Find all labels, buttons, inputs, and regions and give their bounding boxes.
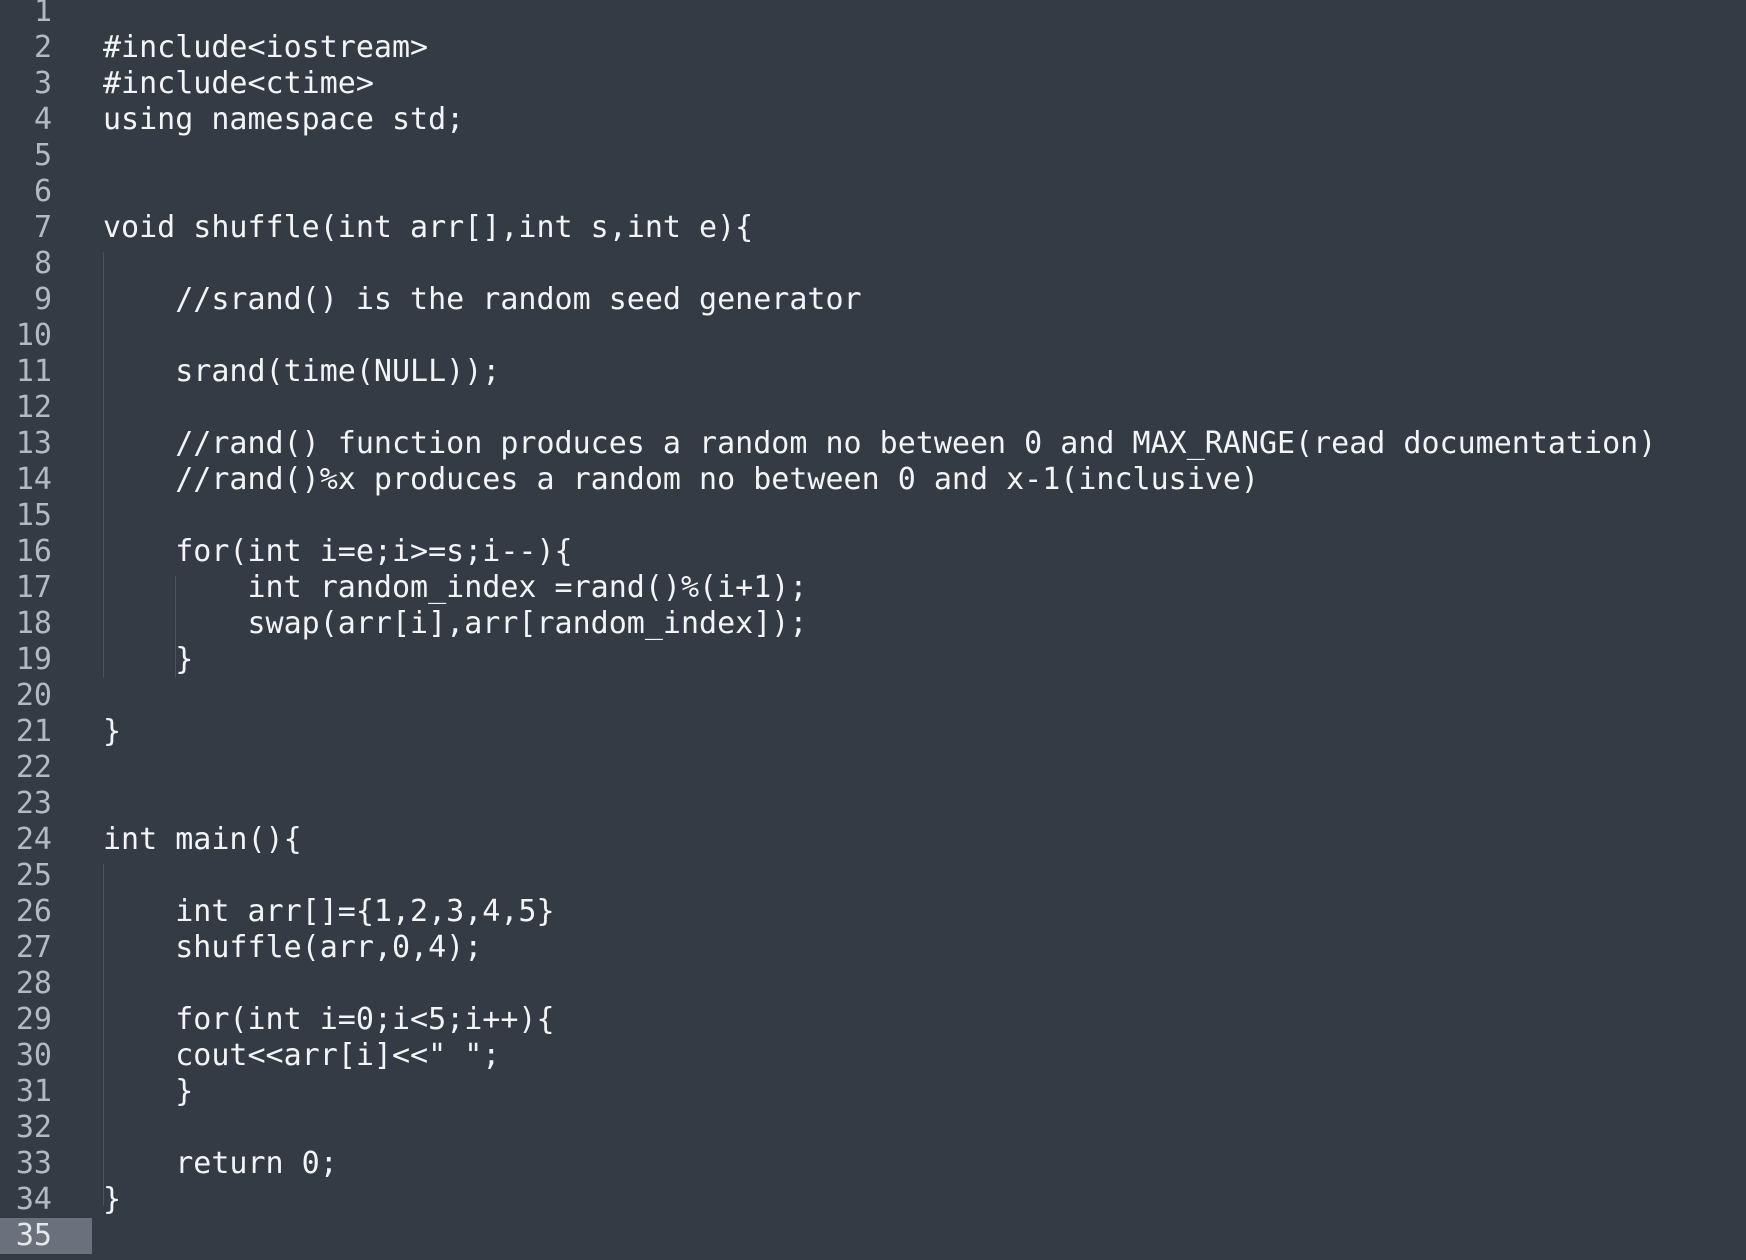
code-editor[interactable]: 1 2 #include<iostream> 3 #include<ctime> 4 usi…	[0, 0, 1746, 1260]
line-number: 2	[33, 30, 52, 65]
code-line[interactable]: 21}	[0, 714, 1746, 750]
code-text[interactable]: srand(time(NULL));	[103, 354, 500, 390]
line-number: 12	[15, 390, 52, 425]
code-line[interactable]: 1	[0, 0, 1746, 30]
code-text[interactable]: shuffle(arr,0,4);	[103, 930, 482, 966]
code-line[interactable]: 22	[0, 750, 1746, 786]
line-number: 7	[33, 210, 52, 245]
code-line[interactable]: 32	[0, 1110, 1746, 1146]
line-number: 5	[33, 138, 52, 173]
code-text[interactable]: cout<<arr[i]<<" ";	[103, 1038, 500, 1074]
code-text[interactable]: for(int i=e;i>=s;i--){	[103, 534, 572, 570]
line-number: 19	[15, 642, 52, 677]
line-number: 1	[33, 0, 52, 29]
line-number: 27	[15, 930, 52, 965]
line-number: 17	[15, 570, 52, 605]
code-line[interactable]: 2 #include<iostream>	[0, 30, 1746, 66]
code-line[interactable]: 29 for(int i=0;i<5;i++){	[0, 1002, 1746, 1038]
code-line[interactable]: 27 shuffle(arr,0,4);	[0, 930, 1746, 966]
line-number: 15	[15, 498, 52, 533]
line-number: 22	[15, 750, 52, 785]
code-text[interactable]: void shuffle(int arr[],int s,int e){	[103, 210, 753, 246]
code-line[interactable]: 12	[0, 390, 1746, 426]
line-number: 29	[15, 1002, 52, 1037]
code-line[interactable]: 17 int random_index =rand()%(i+1);	[0, 570, 1746, 606]
code-line[interactable]: 18 swap(arr[i],arr[random_index]);	[0, 606, 1746, 642]
line-number: 32	[15, 1110, 52, 1145]
line-number: 10	[15, 318, 52, 353]
code-text[interactable]: return 0;	[103, 1146, 338, 1182]
line-number: 24	[15, 822, 52, 857]
line-number: 11	[15, 354, 52, 389]
line-number: 16	[15, 534, 52, 569]
code-line[interactable]: 30 cout<<arr[i]<<" ";	[0, 1038, 1746, 1074]
line-number: 23	[15, 786, 52, 821]
code-line[interactable]: 20	[0, 678, 1746, 714]
code-line[interactable]: 10	[0, 318, 1746, 354]
code-line[interactable]: 9 //srand() is the random seed generator	[0, 282, 1746, 318]
code-text[interactable]: int arr[]={1,2,3,4,5}	[103, 894, 554, 930]
code-line[interactable]: 5	[0, 138, 1746, 174]
code-line[interactable]: 23	[0, 786, 1746, 822]
line-number: 9	[33, 282, 52, 317]
line-number: 34	[15, 1182, 52, 1217]
code-text[interactable]: //srand() is the random seed generator	[103, 282, 861, 318]
code-line[interactable]: 6	[0, 174, 1746, 210]
code-text[interactable]: #include<iostream>	[103, 30, 428, 66]
line-number: 4	[33, 102, 52, 137]
code-line[interactable]: 7 void shuffle(int arr[],int s,int e){	[0, 210, 1746, 246]
code-text[interactable]: //rand() function produces a random no b…	[103, 426, 1656, 462]
code-line[interactable]: 26 int arr[]={1,2,3,4,5}	[0, 894, 1746, 930]
code-text[interactable]: }	[103, 1074, 193, 1110]
line-number: 35	[0, 1218, 92, 1254]
line-number: 3	[33, 66, 52, 101]
code-line[interactable]: 14 //rand()%x produces a random no betwe…	[0, 462, 1746, 498]
code-line[interactable]: 34}	[0, 1182, 1746, 1218]
code-line[interactable]: 25	[0, 858, 1746, 894]
code-text[interactable]: }	[103, 714, 121, 750]
code-line[interactable]: 24 int main(){	[0, 822, 1746, 858]
code-text[interactable]: }	[103, 1182, 121, 1218]
code-line[interactable]: 4 using namespace std;	[0, 102, 1746, 138]
line-number: 25	[15, 858, 52, 893]
code-text[interactable]: //rand()%x produces a random no between …	[103, 462, 1259, 498]
code-text[interactable]: }	[103, 642, 193, 678]
line-number: 26	[15, 894, 52, 929]
line-number: 8	[33, 246, 52, 281]
code-text[interactable]: int random_index =rand()%(i+1);	[103, 570, 807, 606]
code-line[interactable]: 13 //rand() function produces a random n…	[0, 426, 1746, 462]
line-number: 6	[33, 174, 52, 209]
line-number: 31	[15, 1074, 52, 1109]
code-line[interactable]: 33 return 0;	[0, 1146, 1746, 1182]
line-number: 28	[15, 966, 52, 1001]
code-line[interactable]: 31 }	[0, 1074, 1746, 1110]
code-text[interactable]: #include<ctime>	[103, 66, 374, 102]
line-number: 13	[15, 426, 52, 461]
line-number: 33	[15, 1146, 52, 1181]
code-text[interactable]: using namespace std;	[103, 102, 464, 138]
line-number: 18	[15, 606, 52, 641]
code-line[interactable]: 35	[0, 1218, 1746, 1254]
line-number: 30	[15, 1038, 52, 1073]
code-text[interactable]: for(int i=0;i<5;i++){	[103, 1002, 554, 1038]
line-number: 20	[15, 678, 52, 713]
code-text[interactable]: int main(){	[103, 822, 302, 858]
line-number: 21	[15, 714, 52, 749]
code-line[interactable]: 15	[0, 498, 1746, 534]
code-line[interactable]: 8	[0, 246, 1746, 282]
code-text[interactable]: swap(arr[i],arr[random_index]);	[103, 606, 807, 642]
code-line[interactable]: 3 #include<ctime>	[0, 66, 1746, 102]
code-line[interactable]: 28	[0, 966, 1746, 1002]
code-line[interactable]: 11 srand(time(NULL));	[0, 354, 1746, 390]
code-line[interactable]: 19 }	[0, 642, 1746, 678]
code-line[interactable]: 16 for(int i=e;i>=s;i--){	[0, 534, 1746, 570]
line-number: 14	[15, 462, 52, 497]
